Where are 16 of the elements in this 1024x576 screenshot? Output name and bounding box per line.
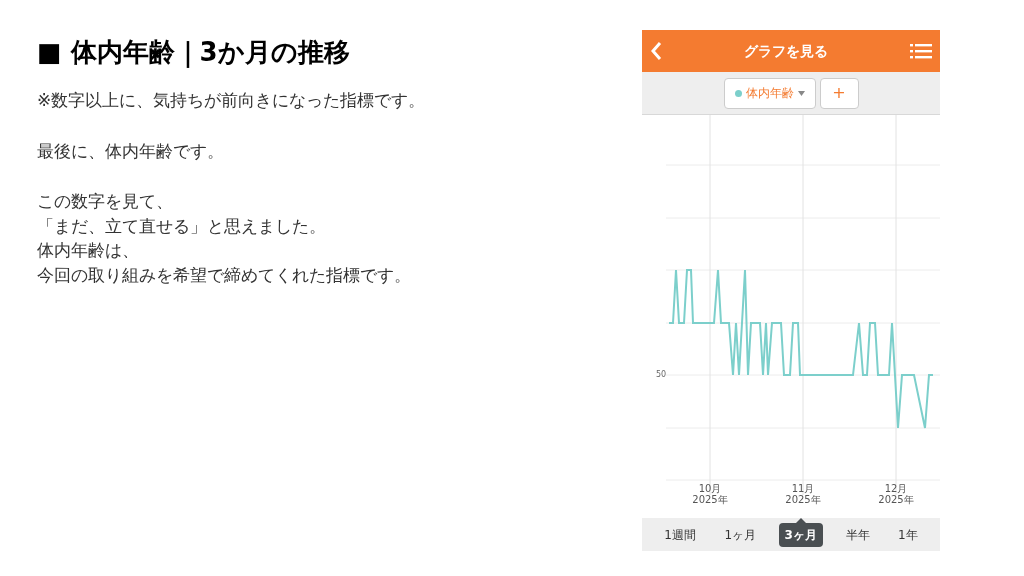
slide-paragraph: ※数字以上に、気持ちが前向きになった指標です。: [37, 89, 427, 112]
period-tab[interactable]: 1週間: [658, 522, 702, 547]
slide-paragraph: この数字を見て、 「まだ、立て直せる」と思えました。 体内年齢は、 今回の取り組みを希望で締めてくれた指標です。: [37, 190, 412, 287]
slide-paragraph: 最後に、体内年齢です。: [37, 139, 225, 163]
period-tab[interactable]: 1年: [892, 522, 924, 547]
menu-icon[interactable]: [910, 43, 932, 59]
x-axis-label: 11月 2025年: [784, 483, 822, 505]
y-axis-label: 50: [656, 369, 667, 381]
x-axis-label: 10月 2025年: [691, 483, 729, 505]
period-tab[interactable]: 半年: [839, 522, 876, 547]
screen-title: グラフを見る: [744, 41, 828, 61]
x-axis-label: 12月 2025年: [877, 483, 915, 505]
back-icon[interactable]: [650, 41, 662, 61]
caret-icon: [797, 90, 805, 96]
period-tab[interactable]: 1ヶ月: [718, 522, 763, 547]
slide-title: ■ 体内年齢｜3か月の推移: [37, 36, 351, 70]
